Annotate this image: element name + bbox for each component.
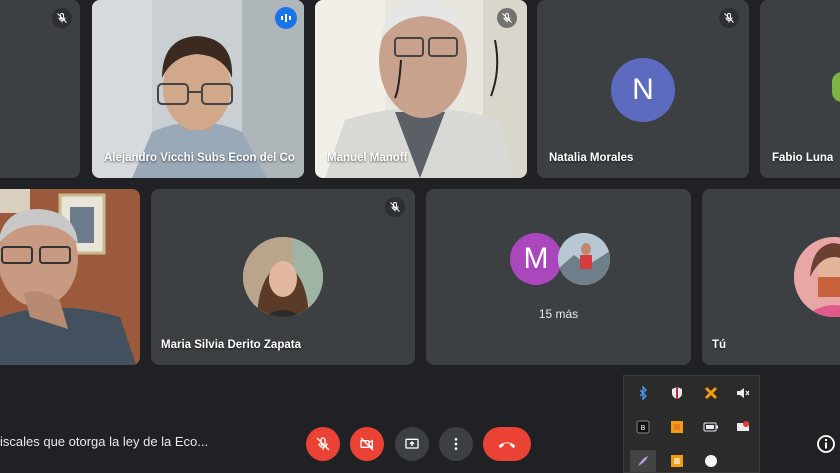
more-vert-icon <box>454 438 458 450</box>
app-icon[interactable]: B <box>632 416 654 438</box>
participant-name: Natalia Morales <box>549 152 634 164</box>
participant-tile-maria[interactable]: Maria Silvia Derito Zapata <box>151 189 415 365</box>
shield-icon[interactable] <box>666 382 688 404</box>
avatar: N <box>611 58 675 122</box>
avatar <box>243 237 323 317</box>
mic-toggle-button[interactable] <box>306 427 340 461</box>
participant-name: Fabio Luna <box>772 152 834 164</box>
volume-muted-icon[interactable] <box>732 382 754 404</box>
more-options-button[interactable] <box>439 427 473 461</box>
avatar <box>794 237 840 317</box>
camera-off-icon <box>360 437 374 451</box>
meeting-title: iscales que otorga la ley de la Eco... <box>0 434 209 449</box>
meeting-details-button[interactable] <box>816 434 836 454</box>
mic-off-icon <box>52 8 72 28</box>
pen-icon[interactable] <box>630 450 656 472</box>
avatar <box>832 72 840 102</box>
avatar-initial: N <box>632 73 654 106</box>
end-call-button[interactable] <box>483 427 531 461</box>
bluetooth-icon[interactable] <box>632 382 654 404</box>
participant-name: Manuel Manoff <box>327 152 408 164</box>
participant-tile-natalia[interactable]: N Natalia Morales <box>537 0 749 178</box>
participant-name: Tú <box>712 339 727 351</box>
camera-toggle-button[interactable] <box>350 427 384 461</box>
mic-off-icon <box>385 197 405 217</box>
participant-tile-you[interactable]: Tú <box>702 189 840 365</box>
video-feed <box>0 189 140 365</box>
participant-tile-alejandro[interactable]: Alejandro Vicchi Subs Econ del Co <box>92 0 304 178</box>
system-tray-overflow: B <box>623 375 760 473</box>
mic-off-icon <box>497 8 517 28</box>
mic-off-icon <box>316 437 330 451</box>
present-screen-icon <box>405 438 419 449</box>
update-icon[interactable] <box>666 416 688 438</box>
phone-hangup-icon <box>498 442 516 449</box>
battery-icon[interactable] <box>700 416 722 438</box>
participant-tile-partial[interactable] <box>0 0 80 178</box>
avatar-initial: M <box>523 242 549 275</box>
participant-name: Maria Silvia Derito Zapata <box>161 339 301 351</box>
avatar-more-photo <box>558 233 610 285</box>
participant-tile-manuel[interactable]: Manuel Manoff <box>315 0 527 178</box>
participant-tile-fabio[interactable]: Fabio Luna <box>760 0 840 178</box>
info-icon <box>817 435 835 453</box>
mic-off-icon <box>719 8 739 28</box>
speaking-indicator-icon <box>275 7 297 29</box>
settings-icon[interactable] <box>732 416 754 438</box>
svg-text:B: B <box>641 425 646 432</box>
office-icon[interactable] <box>666 450 688 472</box>
participant-tile-video-left[interactable] <box>0 189 140 365</box>
avatar-more-initial: M <box>510 233 562 285</box>
participant-name: Alejandro Vicchi Subs Econ del Co <box>104 152 295 164</box>
more-participants-count: 15 más <box>538 307 579 321</box>
present-screen-button[interactable] <box>395 427 429 461</box>
participant-tile-more[interactable]: M 15 más <box>426 189 691 365</box>
circle-icon[interactable] <box>700 450 722 472</box>
security-icon[interactable] <box>700 382 722 404</box>
